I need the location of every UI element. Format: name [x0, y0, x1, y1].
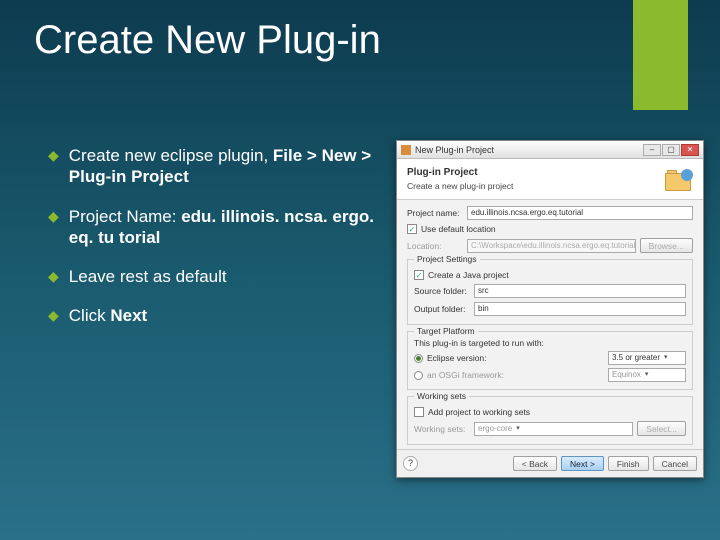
eclipse-radio[interactable]	[414, 354, 423, 363]
dialog-header-sub: Create a new plug-in project	[407, 181, 513, 191]
bullet-marker-icon: ◆	[48, 307, 59, 326]
project-name-input[interactable]: edu.illinois.ncsa.ergo.eq.tutorial	[467, 206, 693, 220]
window-titlebar[interactable]: New Plug-in Project – ▢ ✕	[397, 141, 703, 159]
source-folder-label: Source folder:	[414, 286, 470, 296]
app-icon	[401, 145, 411, 155]
create-java-checkbox[interactable]	[414, 270, 424, 280]
browse-button: Browse...	[640, 238, 693, 253]
bullet-text: Project Name:	[69, 207, 181, 226]
new-plugin-dialog: New Plug-in Project – ▢ ✕ Plug-in Projec…	[396, 140, 704, 478]
group-title: Project Settings	[414, 254, 480, 264]
ws-combo: ergo-core	[474, 422, 633, 436]
project-name-label: Project name:	[407, 208, 463, 218]
close-button[interactable]: ✕	[681, 144, 699, 156]
ws-label: Working sets:	[414, 424, 470, 434]
use-default-label: Use default location	[421, 224, 496, 234]
working-sets-group: Working sets Add project to working sets…	[407, 396, 693, 445]
osgi-radio[interactable]	[414, 371, 423, 380]
output-folder-input[interactable]: bin	[474, 302, 686, 316]
bullet-item: ◆ Create new eclipse plugin, File > New …	[48, 145, 383, 188]
window-title: New Plug-in Project	[415, 145, 643, 155]
back-button[interactable]: < Back	[513, 456, 557, 471]
target-hint: This plug-in is targeted to run with:	[414, 338, 686, 348]
accent-bar	[633, 0, 688, 110]
bullet-item: ◆ Project Name: edu. illinois. ncsa. erg…	[48, 206, 383, 249]
select-ws-button: Select...	[637, 421, 686, 436]
minimize-button[interactable]: –	[643, 144, 661, 156]
bullet-item: ◆ Click Next	[48, 305, 383, 326]
location-input: C:\Workspace\edu.illinois.ncsa.ergo.eq.t…	[467, 239, 636, 253]
next-button[interactable]: Next >	[561, 456, 604, 471]
slide-bullets: ◆ Create new eclipse plugin, File > New …	[48, 145, 383, 345]
bullet-bold: Next	[110, 306, 147, 325]
target-platform-group: Target Platform This plug-in is targeted…	[407, 331, 693, 390]
create-java-label: Create a Java project	[428, 270, 509, 280]
source-folder-input[interactable]: src	[474, 284, 686, 298]
dialog-header-title: Plug-in Project	[407, 167, 513, 178]
group-title: Working sets	[414, 391, 469, 401]
bullet-marker-icon: ◆	[48, 208, 59, 249]
bullet-text: Create new eclipse plugin,	[69, 146, 273, 165]
add-ws-label: Add project to working sets	[428, 407, 530, 417]
bullet-marker-icon: ◆	[48, 268, 59, 287]
output-folder-label: Output folder:	[414, 304, 470, 314]
dialog-footer: ? < Back Next > Finish Cancel	[397, 449, 703, 477]
eclipse-radio-label: Eclipse version:	[427, 353, 487, 363]
project-settings-group: Project Settings Create a Java project S…	[407, 259, 693, 325]
eclipse-version-combo[interactable]: 3.5 or greater	[608, 351, 686, 365]
bullet-item: ◆ Leave rest as default	[48, 266, 383, 287]
location-label: Location:	[407, 241, 463, 251]
cancel-button[interactable]: Cancel	[653, 456, 697, 471]
bullet-text: Leave rest as default	[69, 267, 227, 286]
new-project-icon	[665, 167, 693, 191]
maximize-button[interactable]: ▢	[662, 144, 680, 156]
osgi-combo: Equinox	[608, 368, 686, 382]
bullet-marker-icon: ◆	[48, 147, 59, 188]
dialog-header: Plug-in Project Create a new plug-in pro…	[397, 159, 703, 200]
use-default-checkbox[interactable]	[407, 224, 417, 234]
help-button[interactable]: ?	[403, 456, 418, 471]
group-title: Target Platform	[414, 326, 478, 336]
slide-title: Create New Plug-in	[34, 18, 381, 63]
bullet-text: Click	[69, 306, 111, 325]
add-ws-checkbox[interactable]	[414, 407, 424, 417]
finish-button[interactable]: Finish	[608, 456, 649, 471]
osgi-radio-label: an OSGi framework:	[427, 370, 504, 380]
